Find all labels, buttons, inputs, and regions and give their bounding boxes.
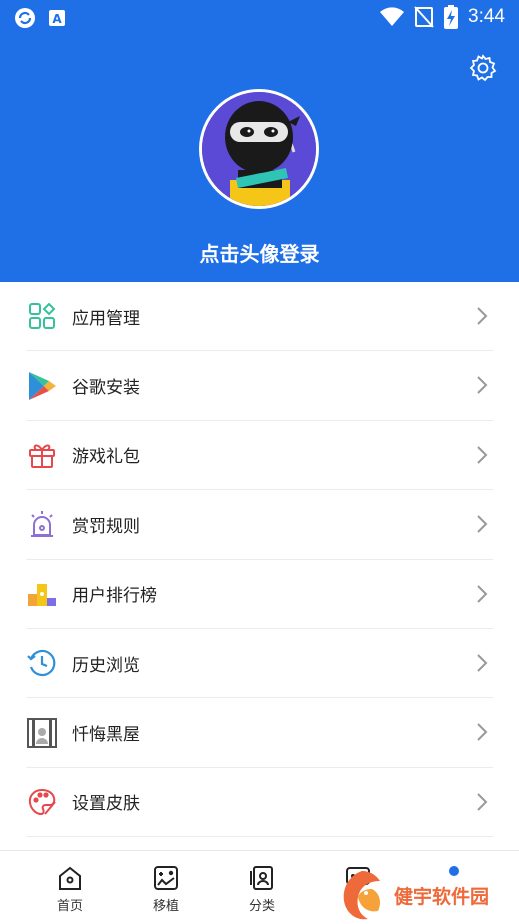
nav-label: 首页	[56, 899, 83, 914]
nav-port[interactable]: 移植	[118, 851, 214, 924]
watermark-text: 健宇软件园	[394, 885, 490, 908]
menu-item-label: 设置皮肤	[72, 794, 140, 815]
chevron-right-icon	[477, 723, 488, 742]
ranking-icon	[26, 578, 58, 610]
nav-label: 移植	[152, 899, 179, 914]
alarm-light-icon	[26, 508, 58, 540]
nav-label: 分类	[248, 899, 275, 914]
menu-list: 应用管理 谷歌安装 游戏礼包 赏罚规则 用户排行榜 历史浏览 忏悔黑屋 设置皮肤	[26, 282, 493, 838]
menu-item-reward-rules[interactable]: 赏罚规则	[26, 490, 493, 560]
menu-item-label: 应用管理	[72, 308, 140, 329]
chevron-right-icon	[477, 446, 488, 464]
apps-grid-icon	[26, 300, 58, 332]
status-time: 3:44	[468, 6, 505, 27]
jail-icon	[26, 717, 58, 749]
play-store-icon	[26, 370, 58, 402]
chevron-right-icon	[477, 515, 488, 533]
fox-logo-icon	[343, 871, 380, 920]
menu-item-user-ranking[interactable]: 用户排行榜	[26, 560, 493, 629]
history-icon	[26, 647, 58, 679]
avatar[interactable]	[199, 89, 319, 209]
chevron-right-icon	[477, 584, 488, 603]
profile-header: 点击头像登录	[0, 36, 519, 282]
status-bar: A 3:44	[0, 0, 519, 36]
wifi-icon	[380, 7, 405, 27]
menu-item-label: 历史浏览	[72, 655, 140, 676]
chevron-right-icon	[477, 376, 488, 395]
gamepad-icon	[154, 866, 178, 890]
menu-item-app-management[interactable]: 应用管理	[26, 282, 493, 352]
watermark: 健宇软件园	[336, 866, 516, 924]
gift-icon	[26, 439, 58, 471]
font-icon: A	[49, 10, 65, 26]
menu-item-label: 用户排行榜	[72, 586, 157, 607]
menu-item-label: 谷歌安装	[72, 378, 140, 399]
menu-item-label: 忏悔黑屋	[72, 725, 140, 746]
palette-icon	[26, 786, 58, 818]
category-icon	[250, 866, 273, 890]
login-prompt[interactable]: 点击头像登录	[0, 238, 519, 267]
nav-category[interactable]: 分类	[214, 851, 310, 924]
menu-item-game-gifts[interactable]: 游戏礼包	[26, 421, 493, 491]
home-icon	[59, 866, 81, 890]
menu-item-browse-history[interactable]: 历史浏览	[26, 629, 493, 699]
menu-item-google-install[interactable]: 谷歌安装	[26, 351, 493, 421]
sync-icon	[15, 8, 35, 28]
chevron-right-icon	[477, 654, 488, 672]
chevron-right-icon	[477, 307, 488, 325]
battery-charging-icon	[444, 5, 459, 29]
svg-text:A: A	[52, 12, 62, 26]
ninja-avatar-image	[202, 92, 316, 206]
menu-item-label: 赏罚规则	[72, 516, 140, 537]
chevron-right-icon	[477, 793, 488, 811]
menu-item-penalty-room[interactable]: 忏悔黑屋	[26, 698, 493, 768]
menu-item-label: 游戏礼包	[72, 447, 140, 468]
menu-item-skin-settings[interactable]: 设置皮肤	[26, 768, 493, 838]
gear-icon[interactable]	[469, 54, 497, 82]
nav-home[interactable]: 首页	[22, 851, 118, 924]
no-signal-icon	[414, 6, 434, 28]
